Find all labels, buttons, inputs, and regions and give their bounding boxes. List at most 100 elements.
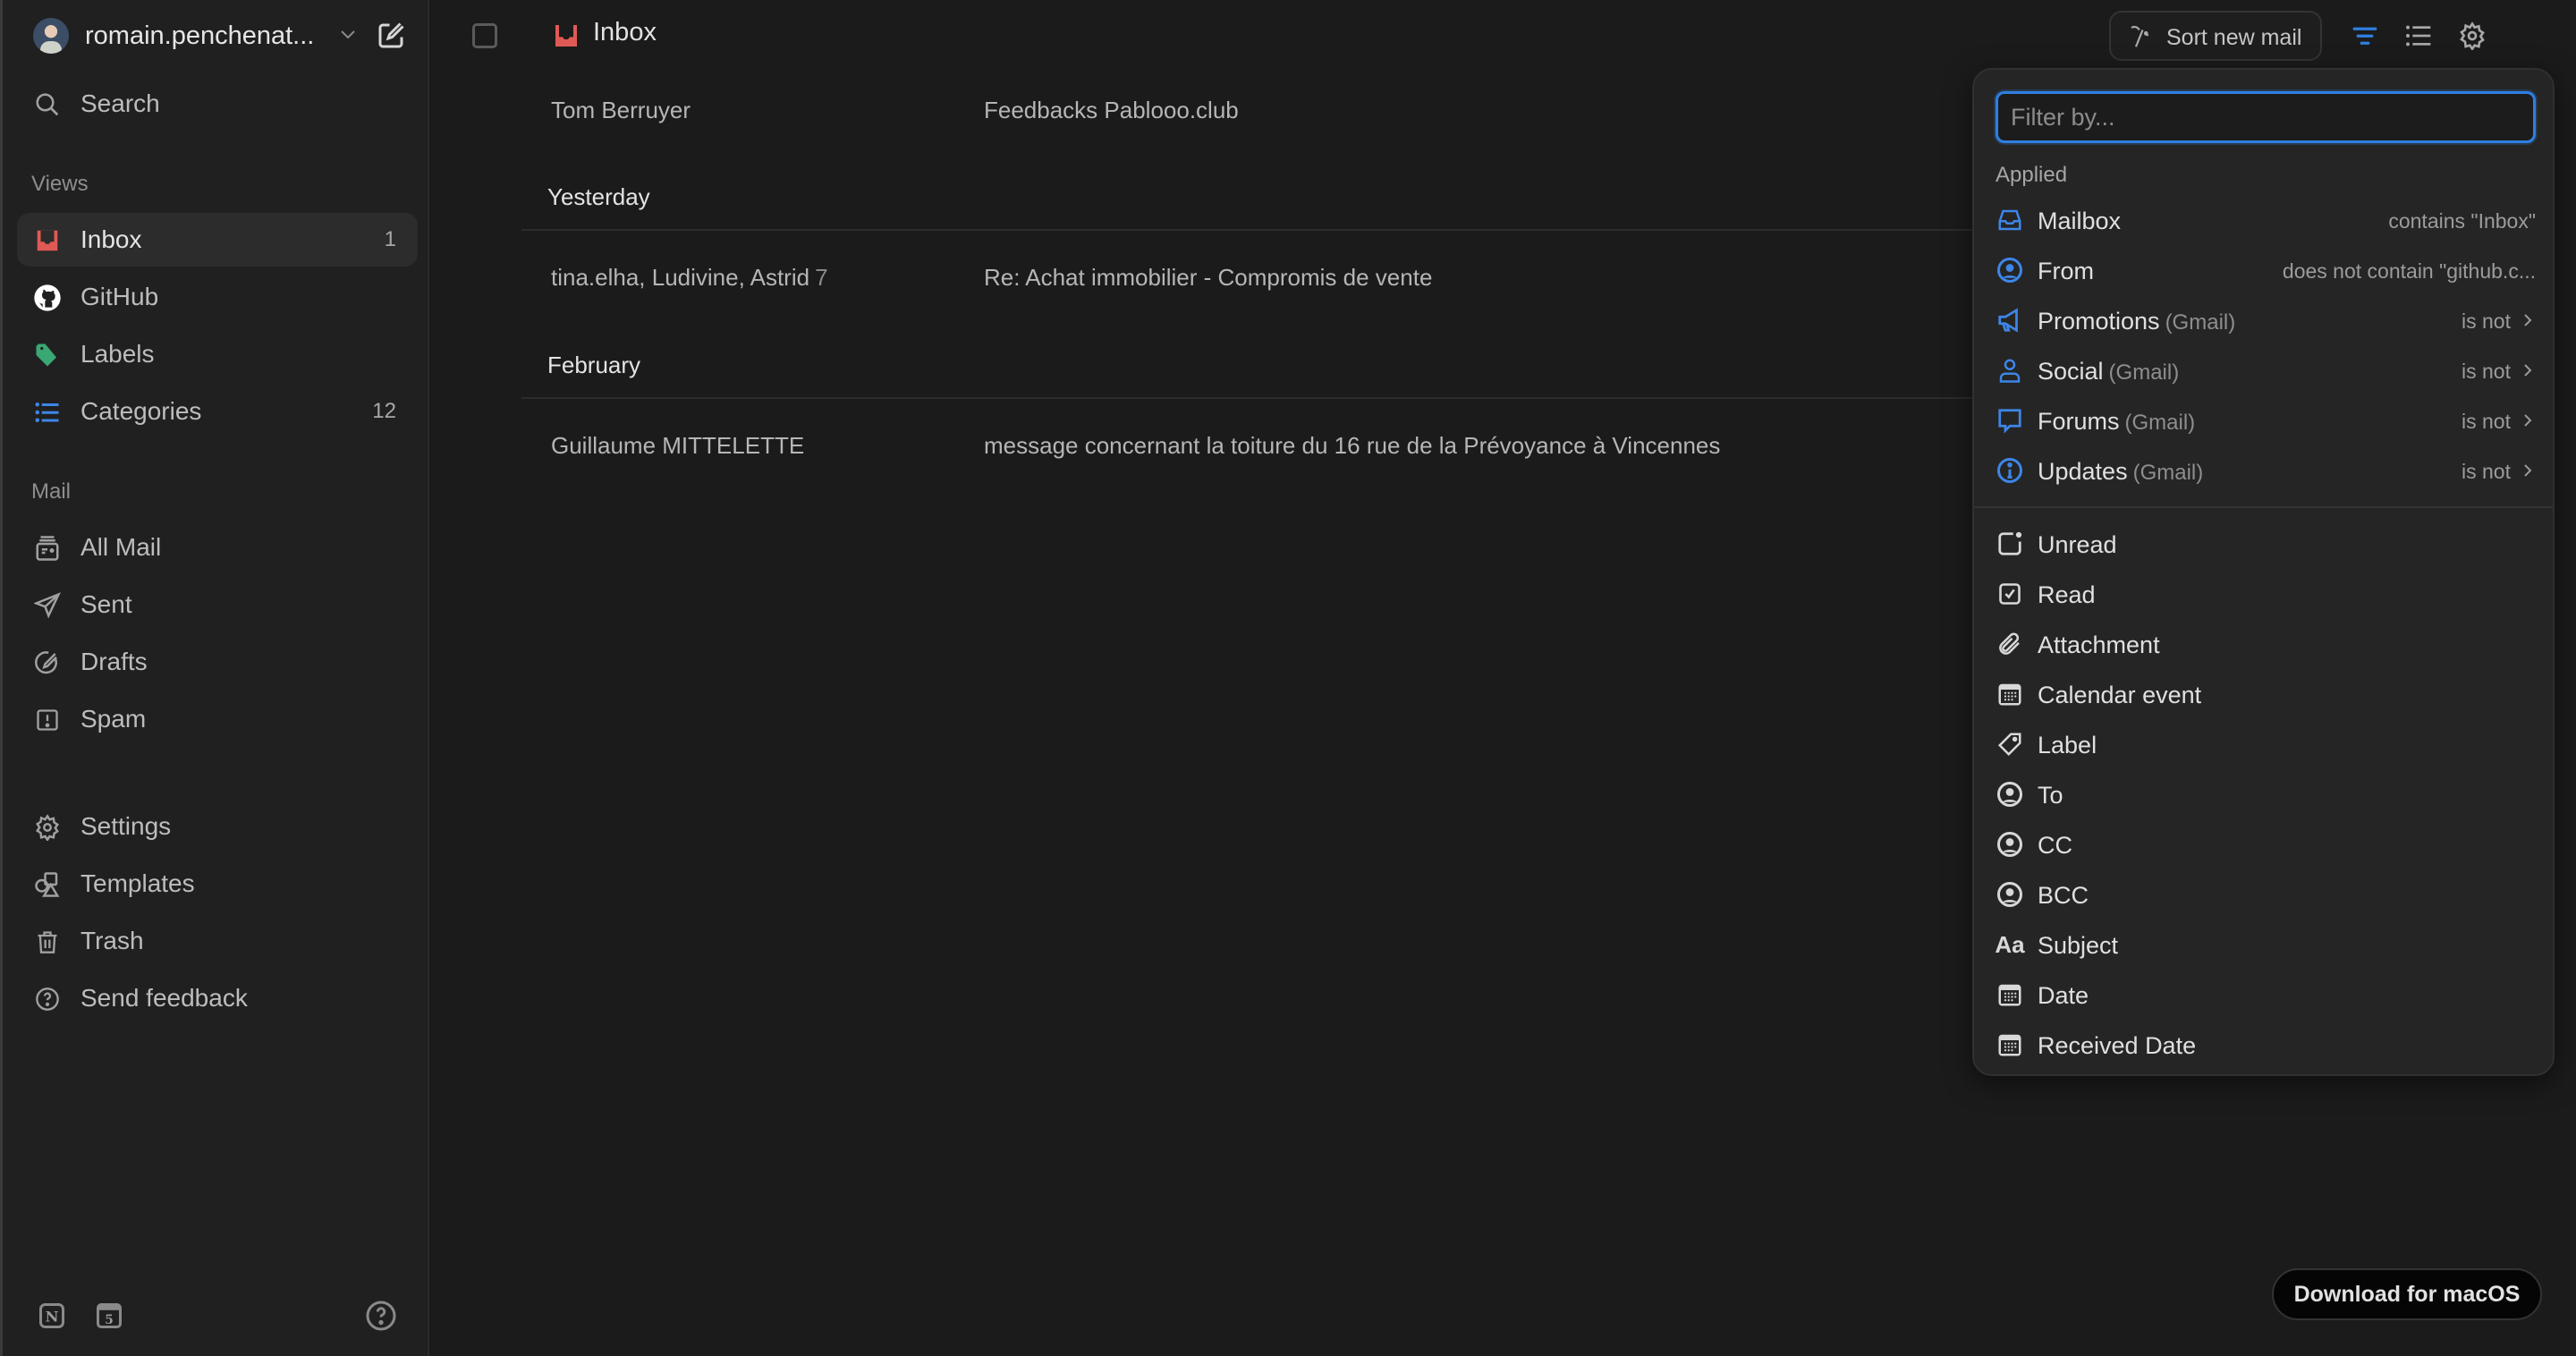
sidebar-item-categories[interactable]: Categories 12	[17, 385, 418, 438]
sidebar-item-label: All Mail	[80, 533, 162, 561]
sidebar-item-github[interactable]: GitHub	[17, 270, 418, 324]
filter-name: Updates	[2038, 458, 2128, 485]
sidebar-item-inbox[interactable]: Inbox 1	[17, 213, 418, 267]
user-circle-icon	[1996, 830, 2024, 859]
list-view-icon[interactable]	[2404, 21, 2433, 50]
filter-input[interactable]	[1996, 91, 2536, 143]
chat-bubble-icon	[1996, 406, 2024, 435]
sidebar-item-settings[interactable]: Settings	[17, 800, 418, 853]
filter-source: (Gmail)	[2124, 411, 2196, 435]
archive-icon	[33, 534, 62, 563]
sidebar-item-all-mail[interactable]: All Mail	[17, 521, 418, 574]
sidebar-item-templates[interactable]: Templates	[17, 857, 418, 911]
applied-filter-from[interactable]: From does not contain "github.c...	[1983, 245, 2546, 295]
sidebar-item-label: Send feedback	[80, 984, 248, 1012]
github-icon	[33, 284, 62, 312]
user-circle-icon	[1996, 880, 2024, 909]
applied-filter-promotions[interactable]: Promotions (Gmail) is not	[1983, 295, 2546, 345]
person-icon	[1996, 356, 2024, 385]
applied-filter-mailbox[interactable]: Mailbox contains "Inbox"	[1983, 195, 2546, 245]
user-circle-icon	[1996, 256, 2024, 284]
filter-option-read[interactable]: Read	[1983, 569, 2546, 619]
mail-sender: tina.elha, Ludivine, Astrid 7	[551, 264, 828, 292]
sidebar-item-labels[interactable]: Labels	[17, 327, 418, 381]
trash-icon	[33, 928, 62, 956]
chevron-down-icon[interactable]	[337, 23, 359, 45]
calendar-icon	[1996, 980, 2024, 1009]
calendar-icon	[1996, 680, 2024, 708]
applied-filter-social[interactable]: Social (Gmail) is not	[1983, 345, 2546, 395]
filter-value: is not	[2462, 360, 2511, 383]
filter-option-unread[interactable]: Unread	[1983, 519, 2546, 569]
sidebar-item-label: GitHub	[80, 283, 159, 310]
help-icon[interactable]	[365, 1300, 397, 1332]
filter-option-attachment[interactable]: Attachment	[1983, 619, 2546, 669]
notion-icon[interactable]: N	[38, 1302, 65, 1329]
mail-row[interactable]: tina.elha, Ludivine, Astrid 7 Re: Achat i…	[521, 241, 1979, 312]
text-icon: Aa	[1995, 930, 2025, 958]
mail-row[interactable]: Guillaume MITTELETTE message concernant …	[521, 409, 1979, 480]
select-all-checkbox[interactable]	[472, 23, 497, 48]
filter-option-to[interactable]: To	[1983, 769, 2546, 819]
filter-option-cc[interactable]: CC	[1983, 819, 2546, 869]
thread-count: 7	[815, 264, 828, 291]
spam-icon	[33, 706, 62, 734]
unread-icon	[1996, 530, 2024, 558]
calendar-app-icon[interactable]: 5	[96, 1302, 123, 1329]
filter-option-subject[interactable]: Aa Subject	[1983, 920, 2546, 970]
sidebar-item-label: Inbox	[80, 225, 142, 253]
mail-row[interactable]: Tom Berruyer Feedbacks Pablooo.club	[521, 73, 1979, 145]
sidebar-item-label: Labels	[80, 340, 155, 368]
applied-filter-updates[interactable]: Updates (Gmail) is not	[1983, 445, 2546, 496]
applied-filter-forums[interactable]: Forums (Gmail) is not	[1983, 395, 2546, 445]
filter-option-label: Received Date	[2038, 1032, 2197, 1059]
filter-value: is not	[2462, 410, 2511, 433]
user-circle-icon	[1996, 780, 2024, 809]
search-button[interactable]: Search	[17, 77, 418, 131]
sidebar-item-label: Sent	[80, 590, 132, 618]
sidebar-item-trash[interactable]: Trash	[17, 914, 418, 968]
filter-icon[interactable]	[2351, 21, 2379, 50]
calendar-icon	[1996, 1030, 2024, 1059]
sort-new-mail-button[interactable]: Sort new mail	[2109, 11, 2322, 61]
filter-option-received-date[interactable]: Received Date	[1983, 1020, 2546, 1070]
sidebar-item-label: Settings	[80, 812, 172, 840]
chevron-right-icon	[2524, 464, 2532, 477]
mail-subject: Feedbacks Pablooo.club	[984, 97, 1239, 123]
filter-option-label: Label	[2038, 732, 2097, 759]
help-icon	[33, 985, 62, 1013]
send-icon	[33, 591, 62, 620]
filter-option-label: Calendar event	[2038, 682, 2202, 708]
sidebar: romain.penchenat... Search Views Inbox 1…	[0, 0, 429, 1356]
filter-name: Forums	[2038, 408, 2120, 435]
category-count: 12	[372, 399, 396, 423]
filter-option-calendar-event[interactable]: Calendar event	[1983, 669, 2546, 719]
filter-option-label: BCC	[2038, 882, 2089, 909]
sidebar-item-drafts[interactable]: Drafts	[17, 635, 418, 689]
filter-option-label[interactable]: Label	[1983, 719, 2546, 769]
search-label: Search	[80, 89, 160, 117]
compose-icon[interactable]	[375, 20, 407, 52]
account-switcher[interactable]: romain.penchenat...	[33, 16, 409, 55]
filter-label: Forums (Gmail)	[2038, 408, 2195, 436]
download-macos-button[interactable]: Download for macOS	[2272, 1268, 2542, 1320]
mail-sender: Guillaume MITTELETTE	[551, 432, 805, 459]
list-icon	[33, 398, 62, 427]
filter-source: (Gmail)	[2165, 310, 2236, 335]
sidebar-item-label: Drafts	[80, 648, 148, 675]
mail-subject: Re: Achat immobilier - Compromis de vent…	[984, 264, 1433, 291]
divider	[521, 229, 1979, 231]
sidebar-item-spam[interactable]: Spam	[17, 692, 418, 746]
filter-option-label: Date	[2038, 982, 2089, 1009]
chevron-right-icon	[2524, 364, 2532, 377]
mail-subject: message concernant la toiture du 16 rue …	[984, 432, 1721, 459]
sidebar-item-sent[interactable]: Sent	[17, 578, 418, 631]
filter-option-date[interactable]: Date	[1983, 970, 2546, 1020]
paperclip-icon	[1996, 630, 2024, 658]
filter-option-bcc[interactable]: BCC	[1983, 869, 2546, 920]
gear-icon[interactable]	[2458, 21, 2487, 50]
sort-new-mail-label: Sort new mail	[2166, 25, 2302, 50]
group-header-february: February	[547, 352, 641, 378]
svg-text:5: 5	[105, 1313, 114, 1327]
sidebar-item-send-feedback[interactable]: Send feedback	[17, 971, 418, 1025]
